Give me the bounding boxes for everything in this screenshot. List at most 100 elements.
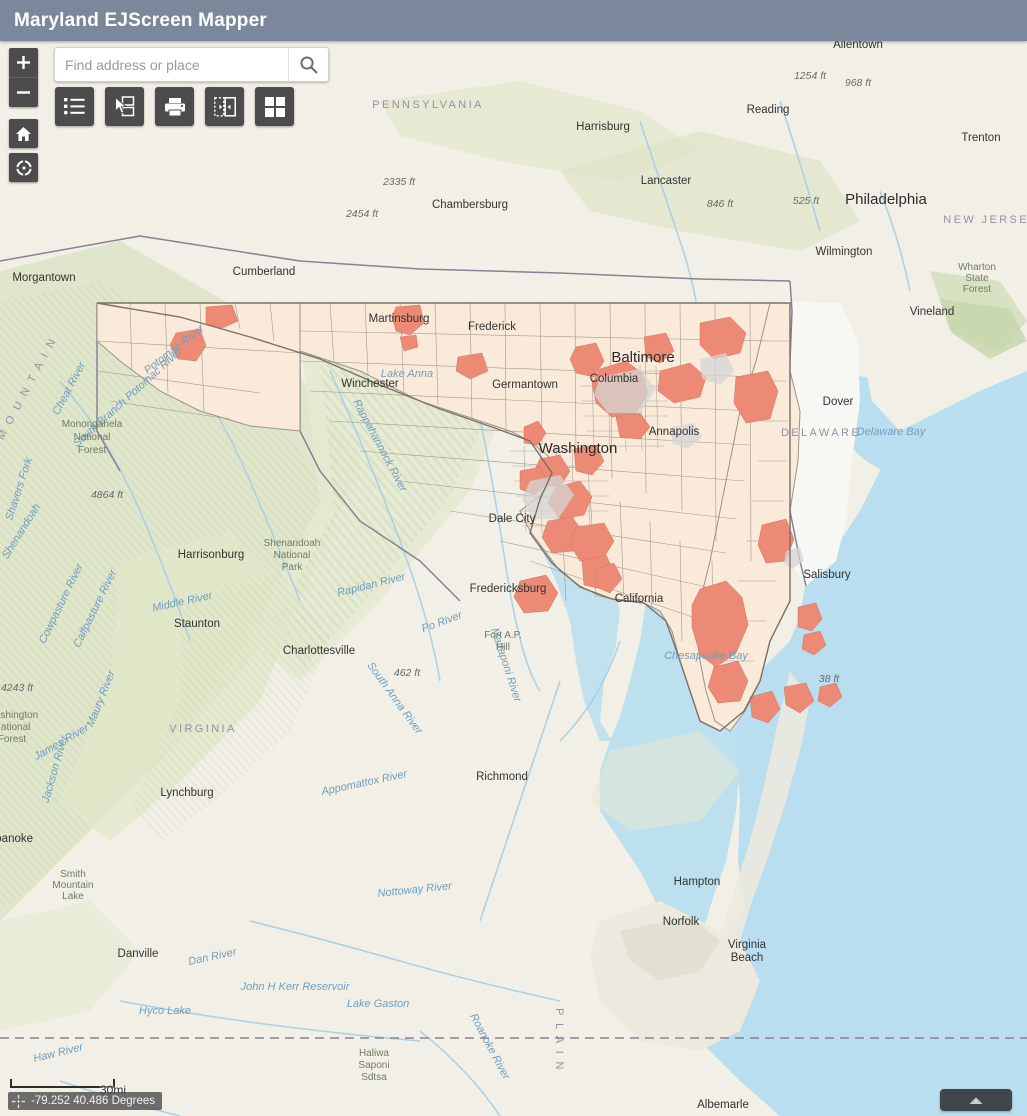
map-water-label: John H Kerr Reservoir xyxy=(240,981,351,993)
printer-icon xyxy=(164,97,185,116)
map-city-label: Baltimore xyxy=(611,349,674,366)
map-city-label: Morgantown xyxy=(12,272,75,284)
map-city-label: Trenton xyxy=(961,132,1000,144)
scale-bar: 30mi xyxy=(10,1079,126,1097)
map-elevation-label: 968 ft xyxy=(845,77,872,89)
map-city-label: Annapolis xyxy=(649,426,700,438)
map-water-label: Lake Gaston xyxy=(347,998,409,1010)
minus-icon xyxy=(17,91,30,94)
map-park-label: National xyxy=(274,550,311,561)
select-layers-icon xyxy=(115,96,135,117)
map-elevation-label: 38 ft xyxy=(819,673,841,685)
map-park-label: Washington xyxy=(0,710,38,721)
map-elevation-label: 4864 ft xyxy=(91,489,124,501)
map-city-label: Chambersburg xyxy=(432,199,508,211)
map-city-label: Staunton xyxy=(174,618,220,630)
search-submit-button[interactable] xyxy=(288,48,328,81)
map-city-label: Danville xyxy=(118,948,159,960)
map-state-label: NEW JERSEY xyxy=(943,214,1027,226)
map-city-label: Dale City xyxy=(489,513,536,525)
map-graphic: Allentown Reading Harrisburg Trenton Lancast… xyxy=(0,41,1027,1116)
map-park-label: State xyxy=(965,273,989,284)
map-city-label: Harrisburg xyxy=(576,121,630,133)
map-region-label: P L A I N xyxy=(553,1008,565,1072)
map-state-label: VIRGINIA xyxy=(169,723,237,735)
map-city-label: Washington xyxy=(539,440,618,457)
home-button[interactable] xyxy=(9,119,38,148)
map-park-label: Park xyxy=(282,562,304,573)
map-state-label: DELAWARE xyxy=(781,427,861,439)
map-park-label: Forest xyxy=(78,445,107,456)
map-city-label: Virginia xyxy=(728,939,767,951)
map-park-label: Haliwa xyxy=(359,1048,389,1059)
select-button[interactable] xyxy=(105,87,144,126)
map-park-label: Hill xyxy=(496,642,510,653)
map-water-label: Chesapeake Bay xyxy=(664,650,749,662)
chevron-up-icon xyxy=(969,1097,983,1104)
map-water-label: Hyco Lake xyxy=(139,1005,191,1017)
map-park-label: Sdtsa xyxy=(361,1072,387,1083)
map-city-label: Salisbury xyxy=(803,569,851,581)
map-city-label: Norfolk xyxy=(663,916,700,928)
map-elevation-label: 2335 ft xyxy=(382,176,416,188)
map-water-label: Lake Anna xyxy=(381,368,433,380)
map-park-label: Forest xyxy=(0,734,26,745)
map-park-label: Forest xyxy=(963,284,992,295)
map-park-label: Mountain xyxy=(52,880,93,891)
legend-list-icon xyxy=(64,98,85,115)
map-park-label: National xyxy=(74,432,111,443)
map-city-label: Charlottesville xyxy=(283,645,355,657)
map-elevation-label: 2454 ft xyxy=(345,208,379,220)
map-city-label: Vineland xyxy=(910,306,955,318)
zoom-out-button[interactable] xyxy=(9,77,38,107)
map-state-label: PENNSYLVANIA xyxy=(372,99,484,111)
locate-button[interactable] xyxy=(9,153,38,182)
map-city-label: Philadelphia xyxy=(845,191,927,208)
print-button[interactable] xyxy=(155,87,194,126)
map-city-label: Roanoke xyxy=(0,833,33,845)
map-city-label: Dover xyxy=(823,396,854,408)
search-box[interactable] xyxy=(54,47,329,82)
page-title: Maryland EJScreen Mapper xyxy=(14,9,267,31)
map-elevation-label: 4243 ft xyxy=(1,682,34,694)
basemap-gallery-button[interactable] xyxy=(255,87,294,126)
crosshair-icon xyxy=(12,1094,25,1108)
map-park-label: National xyxy=(0,722,30,733)
map-city-label: Albemarle xyxy=(697,1099,749,1111)
map-park-label: Monongahela xyxy=(62,419,123,430)
map-city-label: Fredericksburg xyxy=(470,583,547,595)
map-city-label: Richmond xyxy=(476,771,528,783)
map-city-label: Hampton xyxy=(674,876,721,888)
map-park-label: Saponi xyxy=(358,1060,389,1071)
zoom-in-button[interactable] xyxy=(9,48,38,77)
legend-button[interactable] xyxy=(55,87,94,126)
map-city-label: Reading xyxy=(747,104,790,116)
map-park-label: Shenandoah xyxy=(264,538,321,549)
map-canvas[interactable]: Allentown Reading Harrisburg Trenton Lancast… xyxy=(0,41,1027,1116)
map-city-label: Frederick xyxy=(468,321,516,333)
basemap-grid-icon xyxy=(264,96,285,117)
map-city-label: Lynchburg xyxy=(160,787,213,799)
home-icon xyxy=(16,126,31,141)
map-city-label: Beach xyxy=(731,952,764,964)
map-elevation-label: 846 ft xyxy=(707,198,734,210)
map-city-label: California xyxy=(615,593,664,605)
map-park-label: Smith xyxy=(60,869,86,880)
map-city-label: Columbia xyxy=(590,373,639,385)
map-city-label: Germantown xyxy=(492,379,558,391)
attribution-toggle-button[interactable] xyxy=(940,1089,1012,1111)
swipe-button[interactable] xyxy=(205,87,244,126)
map-application: Maryland EJScreen Mapper Allentown Readi… xyxy=(0,0,1027,1116)
map-park-label: Lake xyxy=(62,891,84,902)
coordinate-widget[interactable]: -79.252 40.486 Degrees xyxy=(8,1092,163,1110)
map-elevation-label: 525 ft xyxy=(793,195,820,207)
map-city-label: Harrisonburg xyxy=(178,549,244,561)
locate-icon xyxy=(15,159,32,176)
app-header: Maryland EJScreen Mapper xyxy=(0,0,1027,41)
search-input[interactable] xyxy=(55,48,288,81)
map-city-label: Martinsburg xyxy=(369,313,430,325)
map-water-label: Delaware Bay xyxy=(857,426,927,438)
search-icon xyxy=(300,56,318,74)
plus-icon xyxy=(17,56,30,69)
swipe-panel-icon xyxy=(213,96,236,117)
